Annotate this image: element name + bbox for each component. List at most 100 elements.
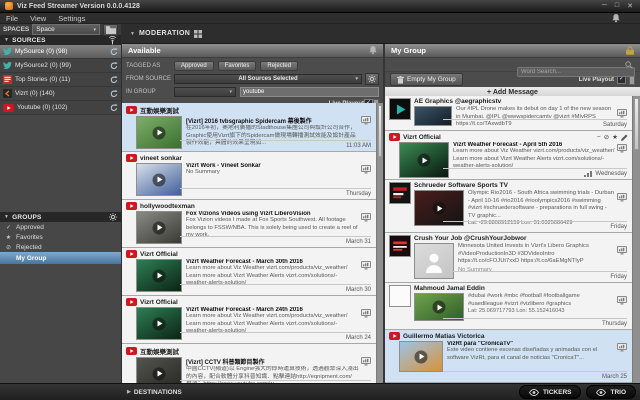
destinations-toggle[interactable]: ▶ DESTINATIONS [127, 389, 182, 396]
in-group-select[interactable]: ▾ [174, 87, 236, 97]
menu-file[interactable]: File [0, 14, 24, 23]
feed-item-time: March 30 [346, 287, 371, 293]
group-row-my-group[interactable]: My Group [0, 252, 121, 264]
group-feed-item[interactable]: Vizrt OfficialVizrt Weather Forecast - A… [385, 131, 632, 180]
refresh-icon[interactable] [110, 48, 118, 56]
feed-item-body: 在2016年初，奧地利廣播的Stadthouse集團公司與設計公司合作，Grap… [186, 125, 359, 148]
video-thumbnail[interactable] [414, 243, 454, 279]
layout-grid-icon[interactable] [194, 30, 202, 38]
refresh-icon[interactable] [110, 104, 118, 112]
menu-bar: FileViewSettings [0, 13, 640, 24]
refresh-icon[interactable] [110, 62, 118, 70]
video-thumbnail[interactable] [399, 142, 449, 178]
video-thumbnail[interactable] [136, 357, 182, 383]
group-feed-item[interactable]: Guillermo Matias VictoricaVizRt para "Cr… [385, 330, 632, 383]
source-row-youtube[interactable]: Youtube (0) (102) [0, 101, 121, 115]
group-row-approved[interactable]: ✓Approved [0, 222, 121, 232]
alerts-icon[interactable] [369, 46, 377, 55]
empty-my-group-button[interactable]: Empty My Group [390, 73, 463, 86]
refresh-icon[interactable] [110, 76, 118, 84]
word-search-input[interactable] [517, 67, 635, 77]
group-feed-item[interactable]: AE Graphics @aegraphicstvOur #IPL Drone … [385, 96, 632, 131]
group-feed-item[interactable]: Mahmoud Jamal Eddin#dubai #work #mbc #fo… [385, 283, 632, 330]
source-row-mysource[interactable]: MySource (0) (98) [0, 45, 121, 59]
tickers-button[interactable]: TICKERS [519, 385, 582, 399]
video-thumbnail[interactable] [399, 341, 443, 372]
ae-graphics-logo-icon [394, 103, 407, 116]
menu-settings[interactable]: Settings [52, 14, 91, 23]
remove-icon[interactable]: − [597, 134, 601, 141]
play-icon [433, 202, 446, 215]
feed-item[interactable]: hollywoodtexmanFox Vizions Videos using … [122, 200, 376, 248]
reject-icon[interactable]: ⊘ [604, 133, 609, 141]
source-row-vizrt[interactable]: Vizrt (0) (140) [0, 87, 121, 101]
destinations-label: DESTINATIONS [134, 389, 182, 396]
notifications-icon[interactable] [612, 14, 620, 23]
graphics-icon[interactable] [361, 309, 371, 318]
maximize-button[interactable]: □ [615, 2, 619, 10]
in-group-input[interactable] [240, 87, 379, 97]
open-space-button[interactable] [103, 24, 118, 36]
feed-item-title: [Vizrt] 2016 tvbsgraphic Spidercam 幕後製作 [186, 116, 359, 125]
video-thumbnail[interactable] [136, 307, 182, 340]
graphics-icon[interactable] [617, 343, 627, 352]
close-button[interactable]: ✕ [627, 2, 633, 10]
favorite-icon[interactable]: ★ [612, 133, 618, 141]
my-group-scrollbar[interactable] [632, 96, 640, 383]
video-thumbnail[interactable] [136, 211, 182, 244]
graphics-icon[interactable] [361, 116, 371, 125]
scrollbar-thumb[interactable] [378, 105, 382, 157]
graphics-icon[interactable] [617, 246, 627, 255]
scrollbar-thumb[interactable] [634, 98, 639, 150]
play-icon [153, 126, 166, 139]
graphics-icon[interactable] [617, 144, 627, 153]
video-thumbnail[interactable] [136, 116, 182, 149]
video-thumbnail[interactable] [136, 259, 182, 292]
refresh-icon[interactable] [110, 90, 118, 98]
group-feed-item[interactable]: Crush Your Job @CrushYourJobworMinnesota… [385, 233, 632, 283]
graphics-icon[interactable] [617, 193, 627, 202]
groups-header[interactable]: ▼ GROUPS [0, 212, 121, 222]
video-thumbnail[interactable] [414, 293, 464, 321]
feed-item-header: Guillermo Matias Victorica [389, 332, 628, 340]
space-select-value: Space [36, 26, 54, 33]
graphics-icon[interactable] [617, 296, 627, 305]
manage-sources-button[interactable] [365, 73, 379, 85]
video-thumbnail[interactable] [414, 106, 452, 126]
group-row-rejected[interactable]: ⊘Rejected [0, 242, 121, 252]
edit-icon[interactable] [621, 134, 628, 141]
feed-item[interactable]: Vizrt OfficialVizrt Weather Forecast - M… [122, 296, 376, 344]
graphics-icon[interactable] [361, 261, 371, 270]
sources-header[interactable]: ▼ SOURCES [0, 35, 121, 45]
feed-signal-icon[interactable] [108, 36, 117, 45]
graphics-icon[interactable] [361, 357, 371, 366]
graphics-icon[interactable] [617, 109, 627, 118]
lock-icon[interactable] [626, 46, 634, 55]
source-row-top-stories[interactable]: Top Stories (0) (11) [0, 73, 121, 87]
moderation-bar[interactable]: ▼ MODERATION [122, 24, 640, 44]
in-group-label: IN GROUP [126, 89, 174, 95]
space-select[interactable]: Space ▾ [32, 24, 100, 35]
from-source-select[interactable]: All Sources Selected ▾ [174, 74, 362, 84]
available-scrollbar[interactable] [376, 103, 383, 383]
search-icon[interactable] [625, 61, 633, 69]
feed-item-text: Fox Vizions Videos using Vizrt LiberoVis… [186, 211, 372, 244]
tag-favorites-button[interactable]: Favorites [218, 61, 257, 71]
group-row-favorites[interactable]: ★Favorites [0, 232, 121, 242]
menu-view[interactable]: View [24, 14, 52, 23]
tag-rejected-button[interactable]: Rejected [260, 61, 298, 71]
gear-icon[interactable] [109, 213, 117, 221]
trio-button[interactable]: TRIO [586, 385, 636, 399]
feed-item[interactable]: Vizrt OfficialVizrt Weather Forecast - M… [122, 248, 376, 296]
feed-item[interactable]: 互動娛樂測試[Vizrt] 2016 tvbsgraphic Spidercam… [122, 103, 376, 152]
graphics-icon[interactable] [361, 165, 371, 174]
feed-item[interactable]: vineet sonkarVizrt Work - Vineet SonkarN… [122, 152, 376, 200]
minimize-button[interactable]: ─ [602, 2, 607, 10]
tag-approved-button[interactable]: Approved [174, 61, 214, 71]
graphics-icon[interactable] [361, 213, 371, 222]
feed-item[interactable]: 互動娛樂測試[Vizrt] CCTV 科普類節目製作中國CCTV(頻道)以 En… [122, 344, 376, 383]
group-feed-item[interactable]: Schrueder Software Sports TVOlympic Rio2… [385, 180, 632, 233]
source-row-mysource2[interactable]: MySource2 (0) (99) [0, 59, 121, 73]
video-thumbnail[interactable] [136, 163, 182, 196]
chevron-down-icon: ▾ [355, 76, 358, 82]
